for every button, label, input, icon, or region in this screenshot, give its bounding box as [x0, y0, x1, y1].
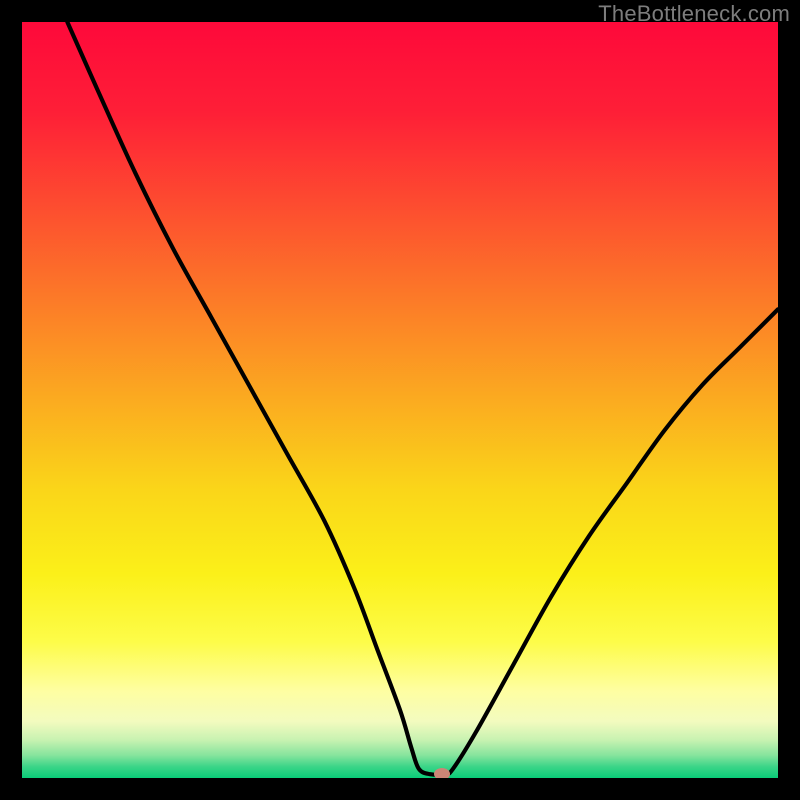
bottleneck-curve [22, 22, 778, 778]
optimal-point-marker [434, 768, 450, 778]
chart-frame: TheBottleneck.com [0, 0, 800, 800]
watermark-text: TheBottleneck.com [598, 1, 790, 27]
plot-area [22, 22, 778, 778]
